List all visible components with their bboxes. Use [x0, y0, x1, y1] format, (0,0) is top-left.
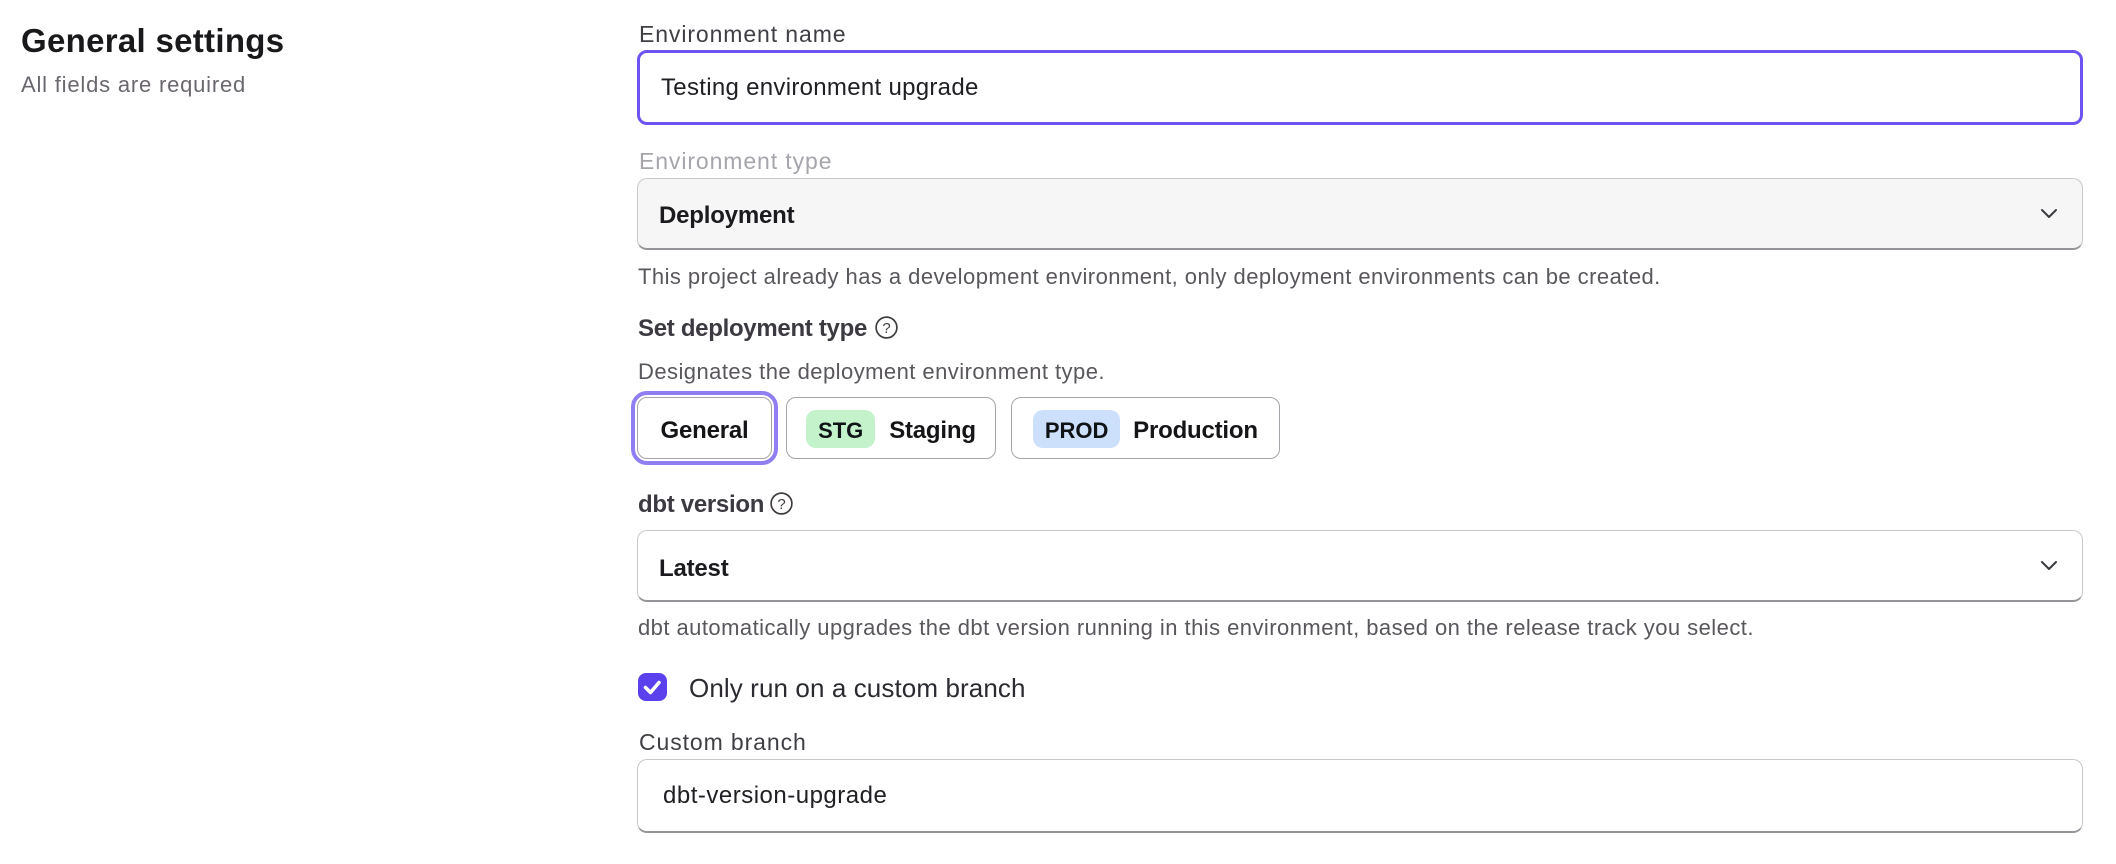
svg-text:?: ? — [882, 320, 890, 337]
svg-text:?: ? — [777, 496, 785, 513]
